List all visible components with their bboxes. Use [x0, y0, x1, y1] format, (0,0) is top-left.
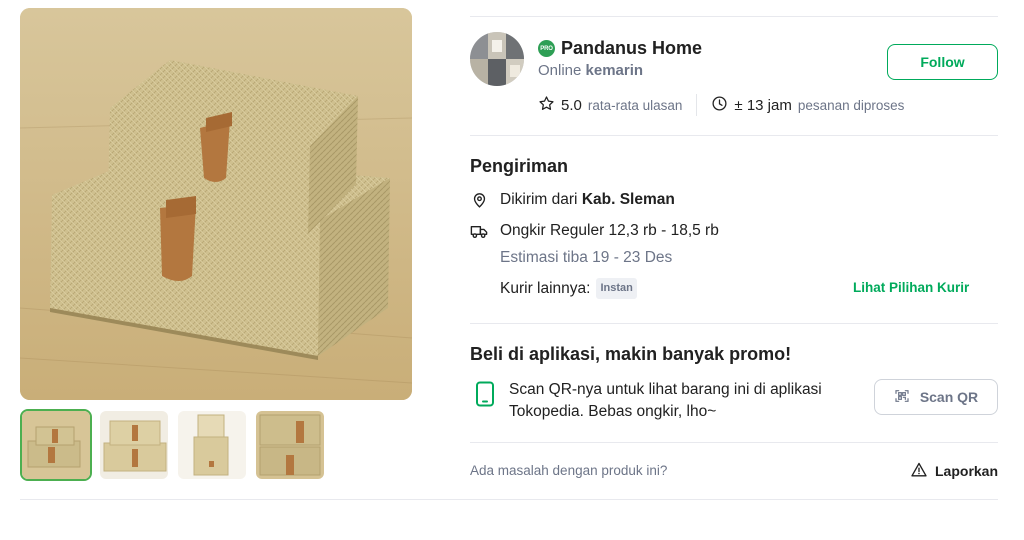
origin-prefix: Dikirim dari [500, 191, 578, 208]
other-courier-row: Kurir lainnya: Instan [500, 278, 637, 299]
shipping-title: Pengiriman [470, 156, 569, 176]
smartphone-icon [475, 381, 495, 412]
other-courier-label: Kurir lainnya: [500, 279, 591, 297]
pro-badge-icon: PRO [538, 40, 555, 57]
rating-stat: 5.0 rata-rata ulasan [538, 95, 682, 116]
estimate-text: Estimasi tiba 19 - 23 Des [500, 249, 673, 266]
clock-icon [711, 95, 728, 116]
rating-value: 5.0 [561, 96, 582, 114]
ongkir-text: Ongkir Reguler 12,3 rb - 18,5 rb [500, 222, 719, 239]
qr-scan-icon [894, 388, 910, 407]
shipping-origin: Dikirim dari Kab. Sleman [470, 191, 675, 209]
shop-online-status: Online kemarin [538, 62, 643, 79]
warning-triangle-icon [911, 462, 927, 480]
shop-name[interactable]: Pandanus Home [561, 38, 702, 59]
thumbnail-1[interactable] [20, 409, 92, 481]
thumbnail-3[interactable] [176, 409, 248, 481]
follow-button[interactable]: Follow [887, 44, 998, 80]
report-button[interactable]: Laporkan [911, 462, 998, 480]
shop-stats: 5.0 rata-rata ulasan ± 13 jam pesanan di… [538, 94, 904, 116]
product-main-image[interactable] [20, 8, 412, 400]
divider [470, 323, 998, 324]
process-value: ± 13 jam [734, 96, 792, 114]
delivery-truck-icon [470, 222, 488, 240]
divider [20, 499, 998, 500]
scan-qr-label: Scan QR [919, 389, 979, 405]
app-promo-text: Scan QR-nya untuk lihat barang ini di ap… [509, 381, 822, 420]
report-label: Laporkan [935, 463, 999, 479]
divider [470, 442, 998, 443]
stat-divider [696, 94, 698, 116]
report-question: Ada masalah dengan produk ini? [470, 463, 668, 478]
thumbnail-2[interactable] [98, 409, 170, 481]
online-value: kemarin [585, 62, 644, 79]
location-pin-icon [470, 191, 488, 209]
origin-location: Kab. Sleman [581, 191, 675, 208]
instan-tag: Instan [596, 278, 637, 299]
shop-name-row: PRO Pandanus Home [538, 38, 702, 59]
process-stat: ± 13 jam pesanan diproses [711, 95, 904, 116]
shipping-cost: Ongkir Reguler 12,3 rb - 18,5 rb [470, 222, 719, 240]
online-prefix: Online [538, 62, 582, 79]
divider [470, 16, 998, 17]
star-outline-icon [538, 95, 555, 116]
shop-avatar[interactable] [470, 32, 524, 86]
divider [470, 135, 998, 136]
rating-label: rata-rata ulasan [587, 97, 683, 113]
thumbnail-4[interactable] [254, 409, 326, 481]
process-label: pesanan diproses [797, 97, 905, 113]
lihat-pilihan-kurir-link[interactable]: Lihat Pilihan Kurir [853, 280, 969, 295]
scan-qr-button[interactable]: Scan QR [874, 379, 998, 415]
app-promo-title: Beli di aplikasi, makin banyak promo! [470, 344, 792, 364]
